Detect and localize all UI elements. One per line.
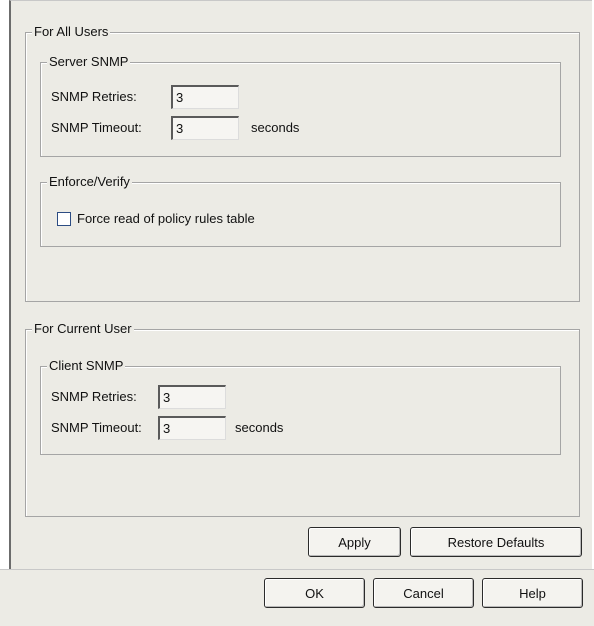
client-snmp-timeout-input[interactable]	[158, 416, 226, 440]
client-snmp-timeout-label: SNMP Timeout:	[51, 420, 142, 435]
for-all-users-group: For All Users Server SNMP SNMP Retries: …	[25, 24, 580, 302]
enforce-verify-title: Enforce/Verify	[47, 174, 132, 190]
server-snmp-timeout-label: SNMP Timeout:	[51, 120, 142, 135]
server-snmp-group: Server SNMP SNMP Retries: SNMP Timeout: …	[40, 54, 561, 157]
help-button[interactable]: Help	[482, 578, 583, 608]
for-all-users-title: For All Users	[32, 24, 111, 40]
force-read-checkbox[interactable]	[57, 212, 71, 226]
force-read-label[interactable]: Force read of policy rules table	[77, 210, 255, 228]
client-snmp-retries-input[interactable]	[158, 385, 226, 409]
enforce-verify-group: Enforce/Verify Force read of policy rule…	[40, 174, 561, 247]
server-snmp-retries-input[interactable]	[171, 85, 239, 109]
for-current-user-title: For Current User	[32, 321, 134, 337]
cancel-button[interactable]: Cancel	[373, 578, 474, 608]
client-snmp-retries-label: SNMP Retries:	[51, 389, 137, 404]
settings-panel: For All Users Server SNMP SNMP Retries: …	[9, 0, 592, 569]
for-current-user-group: For Current User Client SNMP SNMP Retrie…	[25, 321, 580, 517]
client-snmp-group: Client SNMP SNMP Retries: SNMP Timeout: …	[40, 358, 561, 455]
client-snmp-title: Client SNMP	[47, 358, 126, 374]
server-snmp-retries-label: SNMP Retries:	[51, 89, 137, 104]
client-snmp-timeout-unit: seconds	[235, 420, 284, 435]
ok-button[interactable]: OK	[264, 578, 365, 608]
server-snmp-timeout-input[interactable]	[171, 116, 239, 140]
apply-button[interactable]: Apply	[308, 527, 401, 557]
server-snmp-timeout-unit: seconds	[251, 120, 300, 135]
restore-defaults-button[interactable]: Restore Defaults	[410, 527, 582, 557]
dialog-button-bar: OK Cancel Help	[0, 569, 594, 626]
server-snmp-title: Server SNMP	[47, 54, 131, 70]
